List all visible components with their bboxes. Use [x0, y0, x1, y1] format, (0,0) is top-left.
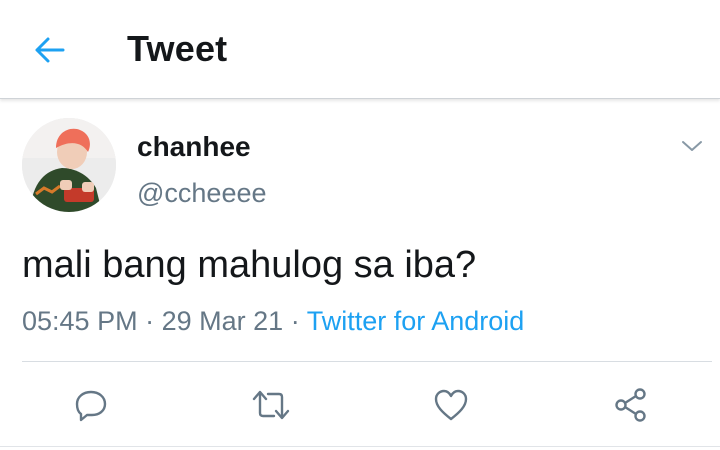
avatar[interactable]: [22, 118, 116, 212]
reply-button[interactable]: [66, 380, 116, 430]
like-button[interactable]: [426, 380, 476, 430]
tweet-time: 05:45 PM: [22, 306, 138, 336]
divider: [22, 361, 712, 362]
back-button[interactable]: [22, 24, 78, 76]
meta-separator: ·: [290, 306, 300, 336]
share-icon: [615, 388, 646, 422]
reply-icon: [75, 390, 107, 422]
heart-icon: [434, 389, 468, 421]
action-bar: [0, 380, 720, 430]
chevron-down-icon: [682, 141, 702, 151]
page-title: Tweet: [127, 28, 228, 69]
meta-separator: ·: [145, 306, 155, 336]
tweet-source-link[interactable]: Twitter for Android: [307, 306, 525, 336]
app-header: Tweet: [0, 0, 720, 99]
arrow-left-icon: [35, 37, 65, 63]
tweet-date: 29 Mar 21: [161, 306, 284, 336]
avatar-image: [22, 118, 116, 212]
tweet-meta: 05:45 PM · 29 Mar 21 · Twitter for Andro…: [22, 306, 524, 337]
tweet-text: mali bang mahulog sa iba?: [22, 244, 477, 286]
divider: [0, 446, 720, 447]
retweet-button[interactable]: [246, 380, 296, 430]
tweet-menu-button[interactable]: [676, 132, 708, 160]
share-button[interactable]: [606, 380, 656, 430]
retweet-icon: [252, 390, 290, 420]
user-handle[interactable]: @ccheeee: [137, 178, 267, 209]
display-name[interactable]: chanhee: [137, 131, 251, 163]
